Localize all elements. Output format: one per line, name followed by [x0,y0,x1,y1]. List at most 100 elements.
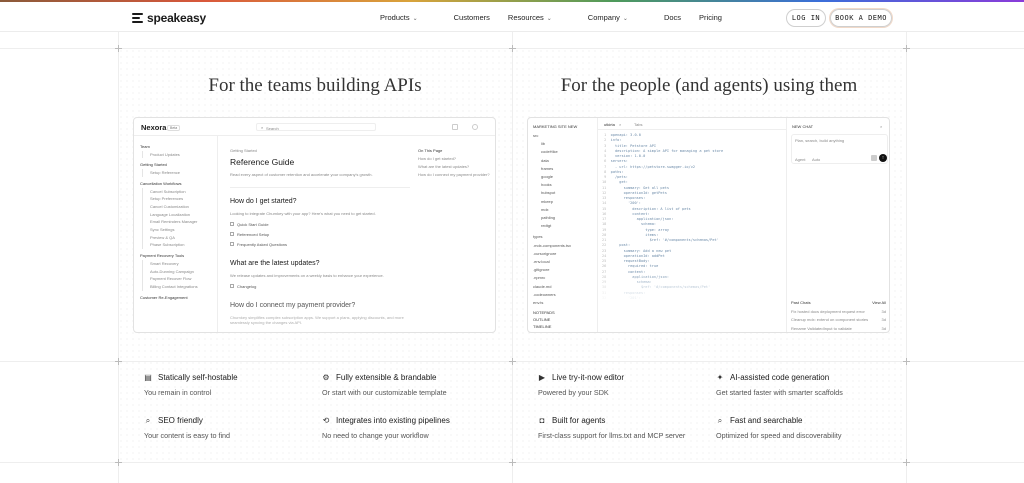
nav-resources[interactable]: Resources ⌄ [508,13,570,22]
file-item[interactable]: redtgt [533,222,597,230]
tab-active[interactable]: utkirta [604,122,615,127]
folder-item[interactable]: types [533,233,597,241]
nav-company[interactable]: Company ⌄ [588,13,646,22]
code-editor[interactable]: 1 openapi: 3.0.0 2 info: 3 title: Petsto… [602,133,784,332]
file-item[interactable]: hubspot [533,189,597,197]
feature-title-row: ◘ Built for agents [538,416,685,425]
file-item[interactable]: pathling [533,214,597,222]
settings-icon[interactable] [472,124,478,130]
file-item[interactable]: .mdx-components.tsx [533,242,597,250]
file-item[interactable]: .codeowners [533,291,597,299]
sidebar-item[interactable]: Smart Recovery [142,259,215,268]
feature-description: First-class support for llms.txt and MCP… [538,431,686,440]
toc-item[interactable]: How do I get started? [418,156,488,161]
sidebar-item[interactable]: Language Localization [142,210,215,219]
sidebar-item[interactable]: Cancel Customization [142,202,215,211]
sidebar-item[interactable]: Setup Preferences [142,195,215,203]
file-item[interactable]: env.ts [533,299,597,307]
file-item[interactable]: data [533,157,597,165]
feature-item: ⚙ Fully extensible & brandable Or start wi… [322,373,447,397]
past-chat-item[interactable]: Rename ValidatedInput to validate 3d [791,326,888,331]
folder-item[interactable]: src [533,132,597,140]
agent-select[interactable]: Agent [795,157,805,162]
sidebar-item[interactable]: Sync Settings [142,226,215,234]
sidebar-item[interactable]: Auto-Dunning Campaign [142,267,215,276]
server-icon: ▤ [144,372,152,382]
logo[interactable]: speakeasy [132,11,206,25]
divider [217,136,218,332]
explorer-section[interactable]: OUTLINE [533,316,555,323]
file-item[interactable]: .cursorignore [533,250,597,258]
send-icon[interactable]: ↑ [879,154,887,162]
file-item[interactable]: claude.md [533,283,597,291]
close-icon[interactable]: × [880,124,882,129]
sidebar-item[interactable]: Cancel Subscription [142,187,215,196]
toc: On This Page How do I get started? What … [418,148,490,177]
image-icon[interactable] [871,155,877,161]
file-item[interactable]: lib [533,140,597,148]
file-item[interactable]: mdx [533,206,597,214]
doc-link[interactable]: Frequently Asked Questions [230,242,410,247]
beta-badge: Beta [167,125,181,131]
file-item[interactable]: mkeep [533,198,597,206]
explorer-section[interactable]: TIMELINE [533,323,555,330]
toc-item[interactable]: What are the latest updates? [418,164,488,169]
section-text: Looking to integrate Churnkey with your … [230,211,376,216]
doc-link[interactable]: Referenced Setup [230,232,410,237]
doc-link[interactable]: Quick Start Guide [230,222,410,227]
view-all-link[interactable]: View All [872,300,886,305]
search-input[interactable]: ⌕ Search [256,123,376,131]
auto-select[interactable]: Auto [812,157,820,162]
toc-item[interactable]: How do I connect my payment provider? [418,172,490,177]
doc-link[interactable]: Changelog [230,284,410,289]
file-item[interactable]: .npmrc [533,274,597,282]
play-icon: ▶ [538,372,546,382]
sidebar-item[interactable]: Email Reminders Manager [142,218,215,227]
tab[interactable]: Tabs [634,122,642,127]
top-nav: speakeasy Products ⌄ Customers Resources ⌄… [0,2,1024,32]
section-heading: How do I get started? [230,198,297,205]
right-headline: For the people (and agents) using them [560,75,858,96]
page-title: Reference Guide [230,157,295,167]
feature-description: Optimized for speed and discoverability [716,431,842,440]
plus-mark [509,45,516,52]
feature-description: Get started faster with smarter scaffold… [716,388,843,397]
close-icon[interactable]: × [619,122,621,127]
chat-placeholder: Plan, search, build anything [795,138,845,143]
feature-title-row: ▤ Statically self-hostable [144,372,237,382]
file-item[interactable]: frames [533,165,597,173]
book-demo-button[interactable]: BOOK A DEMO [830,9,892,27]
sidebar-item[interactable]: Cancellation Workflows [140,180,215,188]
file-item[interactable]: codeHike [533,148,597,156]
explorer-section[interactable]: NOTEPADS [533,309,555,316]
plus-mark [509,459,516,466]
chat-input[interactable]: Plan, search, build anything Agent Auto … [791,134,888,164]
sidebar-item[interactable]: Phase Subscription [142,241,215,250]
sidebar-item[interactable]: Getting Started [140,161,215,169]
sidebar-item[interactable]: Product Updates [142,150,215,159]
nav-products[interactable]: Products ⌄ [380,13,436,22]
nav-customers[interactable]: Customers [454,13,490,22]
theme-icon[interactable] [452,124,458,130]
past-chat-item[interactable]: Cleanup mdx: extend on component stories… [791,317,888,322]
nav-docs[interactable]: Docs [664,13,681,22]
grid-line [906,32,907,483]
login-button[interactable]: LOG IN [786,9,826,27]
sidebar-item[interactable]: Setup Reference [142,169,215,177]
file-item[interactable]: hooks [533,181,597,189]
sidebar-item[interactable]: Payment Recovery Tools [140,252,215,260]
feature-item: ⌕ SEO friendly Your content is easy to fin… [144,416,230,440]
sidebar-item[interactable]: Payment Recover Flow [142,275,215,283]
feature-title-row: ⌕ Fast and searchable [716,416,841,425]
file-item[interactable]: .gitignore [533,266,597,274]
nav-pricing[interactable]: Pricing [699,13,722,22]
file-item[interactable]: google [533,173,597,181]
sidebar-item[interactable]: Customer Re-Engagement [140,294,215,302]
sidebar-item[interactable]: Preview & QA [142,233,215,242]
past-chat-item[interactable]: Fix hosted docs deployment request error… [791,309,888,314]
grid-line [118,32,119,483]
file-item[interactable]: .env.local [533,258,597,266]
sidebar-item[interactable]: Billing Contact Integrations [142,282,215,291]
sidebar-item[interactable]: Team [140,143,215,151]
file-list: src lib codeHike data frames google hooks hubsp… [533,132,597,307]
